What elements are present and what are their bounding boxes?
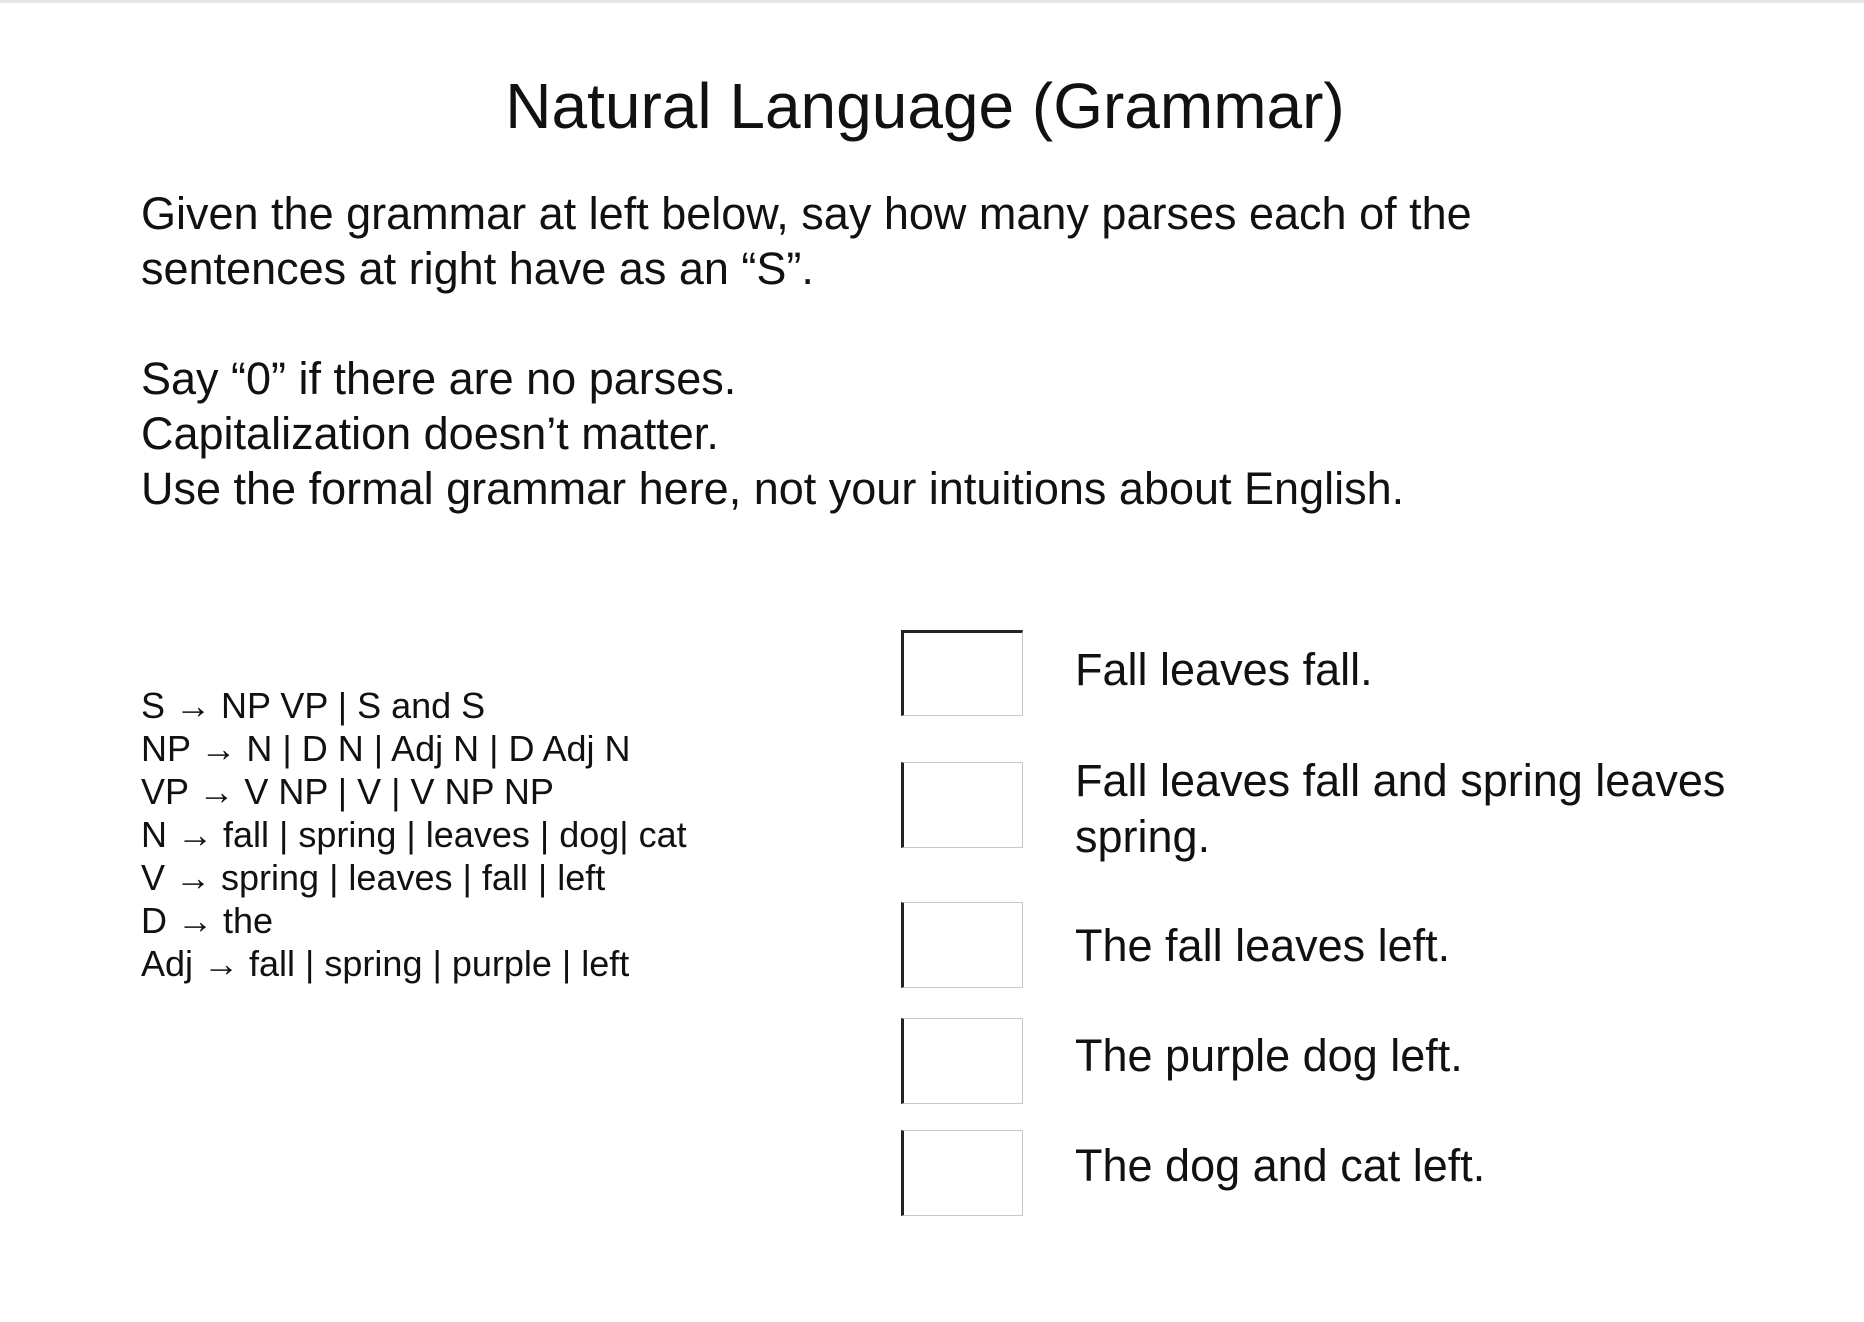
grammar-rule: N → fall | spring | leaves | dog| cat	[141, 814, 687, 855]
sentence-5: The dog and cat left.	[1075, 1140, 1486, 1191]
answer-input-1[interactable]	[901, 630, 1023, 716]
instruction-line: Capitalization doesn’t matter.	[141, 408, 719, 459]
answer-input-2[interactable]	[901, 762, 1023, 848]
instruction-line: sentences at right have as an “S”.	[141, 243, 814, 294]
sentence-3: The fall leaves left.	[1075, 920, 1451, 971]
instruction-spacer	[141, 296, 1741, 351]
grammar-rule: S → NP VP | S and S	[141, 685, 486, 726]
instruction-line: Given the grammar at left below, say how…	[141, 188, 1472, 239]
grammar-rules: S → NP VP | S and S NP → N | D N | Adj N…	[141, 684, 687, 985]
sentence-2: Fall leaves fall and spring leaves sprin…	[1075, 755, 1726, 862]
answer-input-4[interactable]	[901, 1018, 1023, 1104]
answer-input-5[interactable]	[901, 1130, 1023, 1216]
grammar-rule: V → spring | leaves | fall | left	[141, 857, 606, 898]
instructions: Given the grammar at left below, say how…	[141, 186, 1741, 516]
instruction-line: Say “0” if there are no parses.	[141, 353, 737, 404]
sentence-4: The purple dog left.	[1075, 1030, 1463, 1081]
grammar-rule: NP → N | D N | Adj N | D Adj N	[141, 728, 631, 769]
page-title: Natural Language (Grammar)	[505, 70, 1345, 142]
answer-input-3[interactable]	[901, 902, 1023, 988]
grammar-rule: VP → V NP | V | V NP NP	[141, 771, 554, 812]
grammar-rule: Adj → fall | spring | purple | left	[141, 943, 630, 984]
sentence-1: Fall leaves fall.	[1075, 644, 1373, 695]
grammar-rule: D → the	[141, 900, 274, 941]
top-edge-divider	[0, 0, 1864, 3]
instruction-line: Use the formal grammar here, not your in…	[141, 463, 1405, 514]
